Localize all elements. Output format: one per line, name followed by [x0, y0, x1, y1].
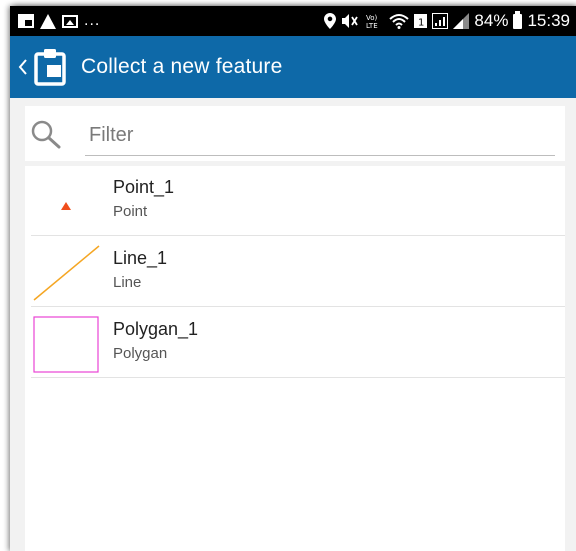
- page-title: Collect a new feature: [81, 55, 283, 78]
- feature-row-polygon[interactable]: Polygan_1 Polygan: [25, 308, 565, 378]
- search-icon: [31, 120, 61, 149]
- status-left: ...: [10, 12, 108, 30]
- image-icon: [62, 14, 78, 28]
- row-divider: [31, 235, 565, 236]
- feature-name: Point_1: [113, 177, 175, 197]
- status-bar: ... Vo) LTE 1 84% 15:39: [10, 6, 576, 36]
- back-button[interactable]: [13, 47, 33, 87]
- volte-icon: Vo) LTE: [366, 14, 378, 29]
- filter-bar: [25, 106, 565, 161]
- app-bar: Collect a new feature: [10, 36, 576, 98]
- chevron-left-icon: [18, 59, 27, 75]
- wifi-icon: [389, 14, 410, 29]
- notification-square-icon: [18, 14, 34, 28]
- feature-row-line[interactable]: Line_1 Line: [25, 237, 565, 307]
- collector-app-icon: [33, 47, 67, 87]
- feature-row-point[interactable]: Point_1 Point: [25, 166, 565, 236]
- feature-type: Point: [113, 203, 148, 220]
- battery-icon: [513, 10, 523, 29]
- filter-input[interactable]: [85, 116, 555, 156]
- point-triangle-icon: [61, 202, 71, 210]
- status-time: 15:39: [527, 11, 570, 30]
- feature-type: Polygan: [113, 345, 168, 362]
- feature-list: Point_1 Point Line_1 Line Polygan_1 Poly…: [25, 166, 565, 551]
- location-icon: [324, 13, 337, 29]
- line-icon: [33, 245, 100, 301]
- polygon-icon: [33, 316, 99, 373]
- clipboard-icon: [34, 49, 66, 86]
- sim-icon: 1: [414, 14, 428, 29]
- status-right: Vo) LTE 1 84% 15:39: [316, 10, 576, 31]
- warning-icon: [40, 13, 56, 29]
- feature-type: Line: [113, 274, 142, 291]
- phone-screen: ... Vo) LTE 1 84% 15:39 Collect a new fe…: [10, 6, 576, 551]
- svg-text:Vo): Vo): [366, 14, 378, 22]
- screenshot-canvas: ... Vo) LTE 1 84% 15:39 Collect a new fe…: [0, 0, 576, 551]
- signal-box-icon: [432, 13, 449, 29]
- more-notifications-dots: ...: [84, 12, 101, 29]
- mute-icon: [342, 14, 359, 28]
- row-divider: [31, 306, 565, 307]
- svg-text:1: 1: [418, 18, 424, 29]
- signal-icon: [453, 13, 470, 29]
- row-divider: [31, 377, 565, 378]
- feature-name: Polygan_1: [113, 319, 199, 339]
- battery-percent: 84%: [474, 11, 509, 30]
- svg-text:LTE: LTE: [366, 22, 378, 29]
- feature-name: Line_1: [113, 248, 168, 268]
